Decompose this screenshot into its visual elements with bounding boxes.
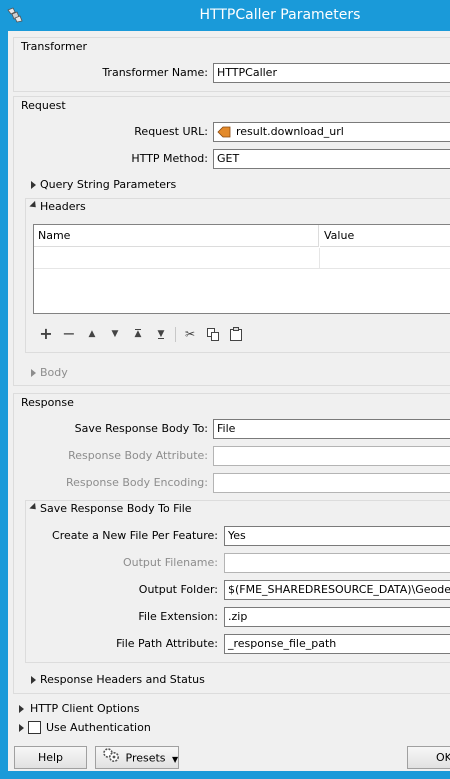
file-path-attribute-label: File Path Attribute: [116, 637, 218, 650]
output-folder-input[interactable]: $(FME_SHAREDRESOURCE_DATA)\Geodesys\ [224, 580, 450, 600]
move-down-icon[interactable]: ▼ [107, 326, 123, 342]
move-bottom-icon[interactable]: ▼ [153, 326, 169, 342]
response-headers-status-section[interactable]: Response Headers and Status [40, 673, 205, 686]
attribute-arrow-icon [217, 125, 231, 139]
expand-right-icon[interactable] [19, 705, 24, 713]
file-extension-label: File Extension: [138, 610, 218, 623]
use-authentication-label[interactable]: Use Authentication [46, 721, 151, 734]
move-up-icon[interactable]: ▲ [84, 326, 100, 342]
response-body-attribute-label: Response Body Attribute: [68, 449, 208, 462]
request-url-label: Request URL: [134, 125, 208, 138]
save-to-file-section[interactable]: Save Response Body To File [40, 502, 192, 515]
output-filename-label: Output Filename: [122, 556, 218, 569]
table-row[interactable] [34, 248, 450, 269]
dropdown-arrow-icon: ▼ [172, 754, 179, 764]
window-frame-bottom [0, 771, 450, 779]
copy-icon[interactable] [207, 328, 219, 341]
presets-label: Presets [125, 751, 166, 765]
expand-right-icon[interactable] [31, 369, 36, 377]
remove-icon[interactable]: − [61, 326, 77, 342]
headers-col-value[interactable]: Value [320, 225, 450, 247]
output-folder-label: Output Folder: [138, 583, 218, 596]
save-response-to-select[interactable]: File [213, 419, 450, 439]
window-title: HTTPCaller Parameters [199, 7, 361, 23]
body-section[interactable]: Body [40, 366, 68, 379]
http-method-select[interactable]: GET [213, 149, 450, 169]
toolbar-divider [175, 327, 176, 342]
paste-icon[interactable] [230, 327, 242, 341]
output-filename-input[interactable] [224, 553, 450, 573]
http-method-label: HTTP Method: [131, 152, 208, 165]
query-string-section[interactable]: Query String Parameters [40, 178, 176, 191]
expand-right-icon[interactable] [19, 724, 24, 732]
transformer-name-input[interactable]: HTTPCaller [213, 63, 450, 83]
window-frame-left [0, 31, 8, 779]
ok-button[interactable]: OK [407, 746, 450, 769]
transformer-name-label: Transformer Name: [102, 66, 208, 79]
help-button[interactable]: Help [14, 746, 87, 769]
presets-gear-icon [102, 747, 122, 770]
request-url-input[interactable]: result.download_url [213, 122, 450, 142]
expand-right-icon[interactable] [31, 676, 36, 684]
response-body-encoding-label: Response Body Encoding: [66, 476, 208, 489]
file-extension-input[interactable]: .zip [224, 607, 450, 627]
response-body-attribute-input[interactable] [213, 446, 450, 466]
headers-col-name[interactable]: Name [34, 225, 319, 247]
new-file-per-feature-select[interactable]: Yes [224, 526, 450, 546]
response-body-encoding-select[interactable] [213, 473, 450, 493]
response-header: Response [21, 396, 74, 409]
transformer-header: Transformer [21, 40, 88, 53]
presets-button[interactable]: Presets ▼ [95, 746, 179, 769]
headers-section[interactable]: Headers [40, 200, 86, 213]
new-file-per-feature-label: Create a New File Per Feature: [52, 529, 218, 542]
file-path-attribute-input[interactable]: _response_file_path [224, 634, 450, 654]
use-authentication-checkbox[interactable] [28, 721, 41, 734]
save-response-to-label: Save Response Body To: [74, 422, 208, 435]
add-icon[interactable]: + [38, 326, 54, 342]
cut-icon[interactable]: ✂ [182, 326, 198, 342]
expand-right-icon[interactable] [31, 181, 36, 189]
move-top-icon[interactable]: ▲ [130, 326, 146, 342]
request-header: Request [21, 99, 66, 112]
http-client-options-section[interactable]: HTTP Client Options [30, 702, 139, 715]
